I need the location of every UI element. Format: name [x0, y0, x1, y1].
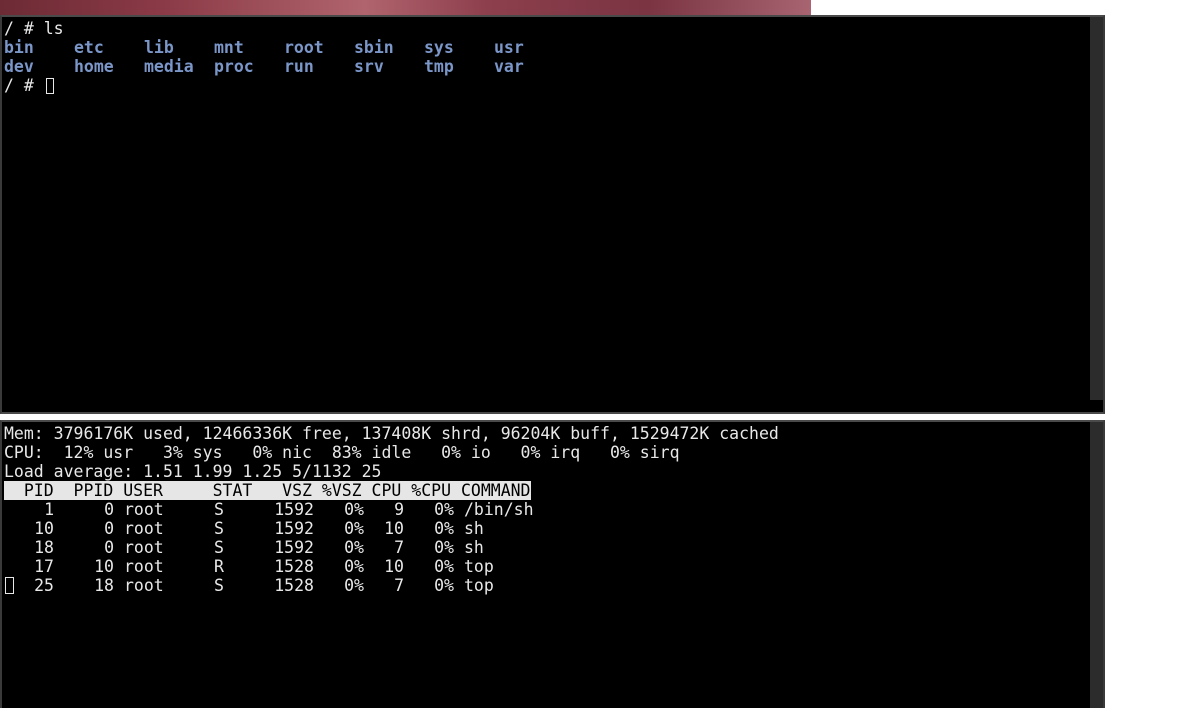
command-line: / # ls [4, 19, 64, 38]
process-pcpu: 0% [434, 576, 454, 595]
dir-entry: usr [494, 38, 524, 57]
prompt-line[interactable]: / # [4, 76, 1087, 95]
load-average: Load average: 1.51 1.99 1.25 5/1132 25 [4, 462, 382, 481]
process-pid: 10 [34, 519, 54, 538]
process-table-header: PID PPID USER STAT VSZ %VSZ CPU %CPU COM… [4, 481, 1087, 500]
process-pid: 1 [44, 500, 54, 519]
shell-prompt: / # [4, 76, 44, 95]
process-stat: S [214, 519, 224, 538]
process-stat: S [214, 500, 224, 519]
process-user: root [124, 538, 164, 557]
process-command: top [464, 576, 494, 595]
process-pid: 18 [34, 538, 54, 557]
process-list: 1 0 root S 1592 0% 9 0%/bin/sh 10 0 root S 1592 0% 10 0… [4, 500, 1087, 595]
terminal-top-scrollbar[interactable] [1090, 17, 1103, 400]
terminal-top-output: / # ls bin etc lib mnt root sbin sys usr… [4, 19, 1087, 95]
process-row: 18 0 root S 1592 0% 7 0% sh [4, 538, 1087, 557]
process-row: 1 0 root S 1592 0% 9 0%/bin/sh [4, 500, 1087, 519]
process-stat: R [214, 557, 224, 576]
process-ppid: 18 [94, 576, 114, 595]
ls-output-row-1: bin etc lib mnt root sbin sys usr [4, 38, 1087, 57]
process-user: root [124, 557, 164, 576]
process-pid: 25 [34, 576, 54, 595]
process-row: 10 0 root S 1592 0% 10 0% sh [4, 519, 1087, 538]
process-stat: S [214, 576, 224, 595]
process-user: root [124, 500, 164, 519]
dir-entry: var [494, 57, 524, 76]
mem-summary: Mem: 3796176K used, 12466336K free, 1374… [4, 424, 779, 443]
process-pcpu: 0% [434, 538, 454, 557]
process-command: /bin/sh [464, 500, 534, 519]
terminal-bottom-scrollbar[interactable] [1090, 422, 1103, 708]
dir-entry: srv [354, 57, 384, 76]
ls-output-row-2: dev home media proc run srv tmp var [4, 57, 1087, 76]
process-command: sh [464, 538, 484, 557]
process-ppid: 10 [94, 557, 114, 576]
process-command: sh [464, 519, 484, 538]
process-ppid: 0 [104, 500, 114, 519]
process-pcpu: 0% [434, 557, 454, 576]
dir-entry: run [284, 57, 314, 76]
dir-entry: bin [4, 38, 34, 57]
process-ppid: 0 [104, 519, 114, 538]
dir-entry: sys [424, 38, 454, 57]
dir-entry: home [74, 57, 114, 76]
process-row: 25 18 root S 1528 0% 7 0% top [4, 576, 1087, 595]
process-command: top [464, 557, 494, 576]
process-pcpu: 0% [434, 519, 454, 538]
dir-entry: root [284, 38, 324, 57]
dir-entry: mnt [214, 38, 244, 57]
text-cursor [45, 78, 54, 94]
terminal-top-pane[interactable]: / # ls bin etc lib mnt root sbin sys usr… [0, 15, 1105, 414]
cpu-summary: CPU: 12% usr 3% sys 0% nic 83% idle 0% i… [4, 443, 680, 462]
dir-entry: lib [144, 38, 174, 57]
process-user: root [124, 576, 164, 595]
process-user: root [124, 519, 164, 538]
dir-entry: media [144, 57, 194, 76]
process-pcpu: 0% [434, 500, 454, 519]
desktop-wallpaper [0, 0, 811, 16]
dir-entry: tmp [424, 57, 454, 76]
process-row: 17 10 root R 1528 0% 10 0% top [4, 557, 1087, 576]
dir-entry: proc [214, 57, 254, 76]
terminal-bottom-pane[interactable]: Mem: 3796176K used, 12466336K free, 1374… [0, 420, 1105, 708]
top-output: Mem: 3796176K used, 12466336K free, 1374… [4, 424, 1087, 595]
dir-entry: dev [4, 57, 34, 76]
process-stat: S [214, 538, 224, 557]
process-header-text: PID PPID USER STAT VSZ %VSZ CPU %CPU COM… [4, 481, 531, 500]
dir-entry: sbin [354, 38, 394, 57]
dir-entry: etc [74, 38, 104, 57]
process-ppid: 0 [104, 538, 114, 557]
process-pid: 17 [34, 557, 54, 576]
